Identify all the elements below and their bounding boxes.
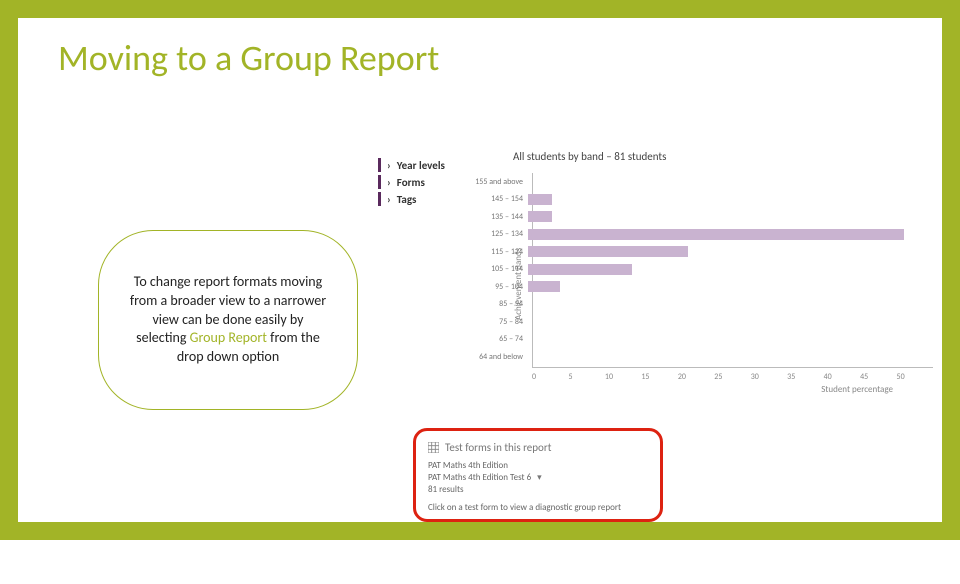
bar-row: 155 and above — [533, 173, 933, 191]
test-form-select[interactable]: PAT Maths 4th Edition Test 6 ▾ — [428, 472, 648, 484]
bar-category-label: 145 – 154 — [468, 194, 528, 204]
chart-x-axis: 05101520253035404550 — [532, 372, 933, 382]
test-form-results-count: 81 results — [428, 484, 648, 496]
bar-category-label: 65 – 74 — [468, 334, 528, 344]
bar-row: 64 and below — [533, 348, 933, 366]
bar-category-label: 135 – 144 — [468, 212, 528, 222]
instruction-callout: To change report formats moving from a b… — [98, 230, 358, 410]
x-tick: 25 — [714, 372, 750, 382]
bar-row: 145 – 154 — [533, 191, 933, 209]
bar-category-label: 105 – 114 — [468, 264, 528, 274]
test-form-hint: Click on a test form to view a diagnosti… — [428, 502, 648, 514]
bar-row: 85 – 94 — [533, 296, 933, 314]
bar-row: 65 – 74 — [533, 331, 933, 349]
page-title: Moving to a Group Report — [58, 36, 942, 80]
bar-fill — [528, 281, 560, 292]
chart-body: Achievement Bands 155 and above145 – 154… — [513, 173, 933, 395]
bar-row: 125 – 134 — [533, 226, 933, 244]
chevron-down-icon: ▾ — [537, 472, 542, 484]
filter-label: Forms — [397, 176, 425, 189]
x-tick: 35 — [787, 372, 823, 382]
x-tick: 30 — [751, 372, 787, 382]
chevron-right-icon: › — [387, 193, 391, 206]
filter-forms[interactable]: › Forms — [378, 175, 445, 189]
chart-plot: 155 and above145 – 154135 – 144125 – 134… — [532, 173, 933, 395]
bar-category-label: 125 – 134 — [468, 229, 528, 239]
bar-row: 95 – 104 — [533, 278, 933, 296]
x-tick: 40 — [824, 372, 860, 382]
test-forms-title: Test forms in this report — [445, 441, 551, 454]
x-tick: 45 — [860, 372, 896, 382]
bar-row: 115 – 124 — [533, 243, 933, 261]
bar-row: 105 – 114 — [533, 261, 933, 279]
chart-x-axis-label: Student percentage — [532, 384, 893, 395]
bar-category-label: 85 – 94 — [468, 299, 528, 309]
content-area: › Year levels › Forms › Tags To change r… — [18, 80, 942, 584]
bar-fill — [528, 246, 688, 257]
x-tick: 10 — [605, 372, 641, 382]
filter-group: › Year levels › Forms › Tags — [378, 158, 445, 209]
bar-category-label: 64 and below — [468, 352, 528, 362]
chart-title: All students by band – 81 students — [513, 150, 933, 163]
filter-marker-icon — [378, 175, 381, 189]
filter-year-levels[interactable]: › Year levels — [378, 158, 445, 172]
slide-frame: Moving to a Group Report › Year levels ›… — [0, 0, 960, 540]
filter-marker-icon — [378, 192, 381, 206]
x-tick: 15 — [641, 372, 677, 382]
x-tick: 5 — [568, 372, 604, 382]
chevron-right-icon: › — [387, 176, 391, 189]
filter-label: Tags — [397, 193, 417, 206]
chart-panel: All students by band – 81 students Achie… — [513, 150, 933, 405]
callout-highlight: Group Report — [190, 329, 267, 346]
test-forms-panel: Test forms in this report PAT Maths 4th … — [413, 428, 663, 522]
bar-category-label: 75 – 84 — [468, 317, 528, 327]
bar-fill — [528, 211, 552, 222]
bar-fill — [528, 229, 904, 240]
bar-row: 135 – 144 — [533, 208, 933, 226]
bar-category-label: 115 – 124 — [468, 247, 528, 257]
bar-category-label: 155 and above — [468, 177, 528, 187]
test-forms-header: Test forms in this report — [428, 441, 648, 454]
test-family: PAT Maths 4th Edition — [428, 460, 648, 472]
filter-tags[interactable]: › Tags — [378, 192, 445, 206]
bar-fill — [528, 194, 552, 205]
bar-row: 75 – 84 — [533, 313, 933, 331]
filter-label: Year levels — [397, 159, 445, 172]
bar-category-label: 95 – 104 — [468, 282, 528, 292]
x-tick: 0 — [532, 372, 568, 382]
bar-fill — [528, 264, 632, 275]
table-icon — [428, 442, 439, 453]
chart-bars: 155 and above145 – 154135 – 144125 – 134… — [532, 173, 933, 368]
chevron-right-icon: › — [387, 159, 391, 172]
callout-text: To change report formats moving from a b… — [127, 273, 329, 367]
filter-marker-icon — [378, 158, 381, 172]
test-form-selected: PAT Maths 4th Edition Test 6 — [428, 472, 531, 484]
x-tick: 20 — [678, 372, 714, 382]
x-tick: 50 — [897, 372, 933, 382]
